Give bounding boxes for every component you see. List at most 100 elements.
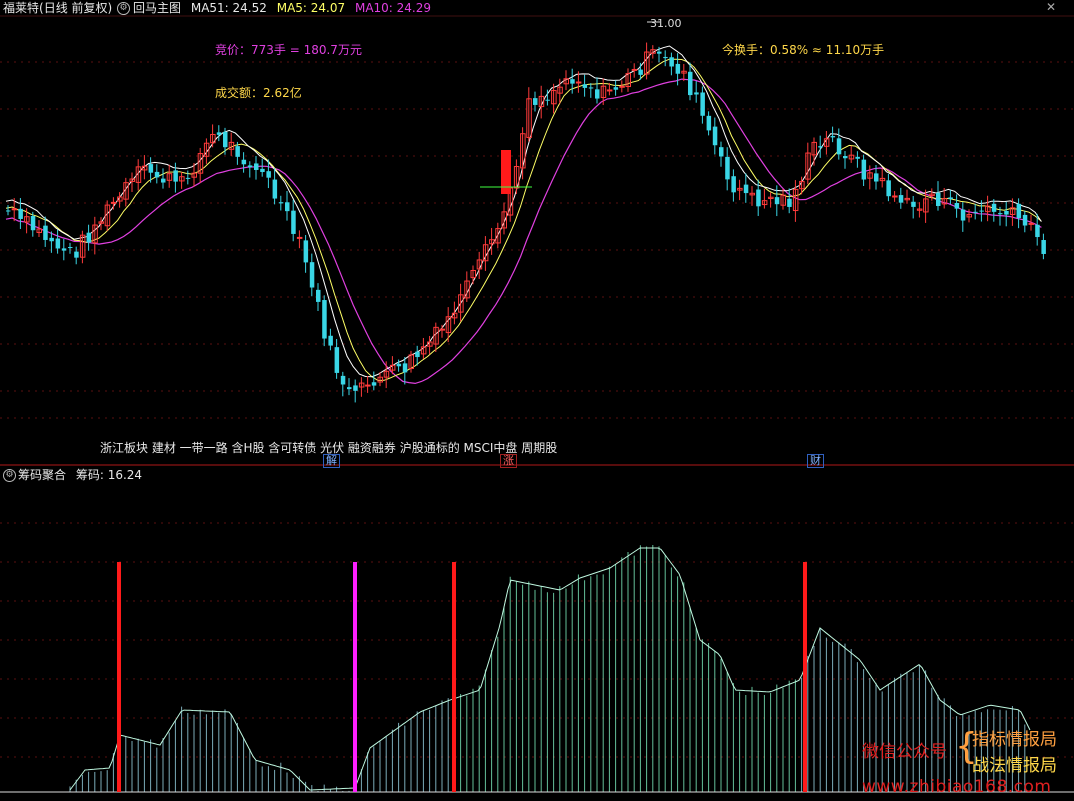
candle-down xyxy=(216,132,222,135)
ma5-line xyxy=(5,45,1042,378)
adjust-mode[interactable]: (日线 前复权) xyxy=(39,1,112,15)
event-mark-cai[interactable]: 财 xyxy=(807,454,824,468)
candle-down xyxy=(998,213,1003,215)
candle-down xyxy=(545,99,550,101)
candle-down xyxy=(285,202,290,212)
candle-down xyxy=(68,247,73,249)
candle-up xyxy=(296,236,303,239)
candle-down xyxy=(61,248,67,251)
turnover-amount: 成交额：2.62亿 xyxy=(215,86,302,100)
candle-down xyxy=(55,238,61,249)
candle-down xyxy=(570,79,575,84)
chip-value: 筹码: 16.24 xyxy=(75,468,143,482)
ma10-value: MA10: 24.29 xyxy=(354,1,432,15)
candle-down xyxy=(694,92,699,95)
candle-down xyxy=(334,347,340,373)
candle-down xyxy=(898,195,904,203)
candle-down xyxy=(774,197,780,205)
candle-up xyxy=(439,328,445,331)
candle-up xyxy=(11,208,18,211)
candle-down xyxy=(371,382,377,386)
candle-down xyxy=(960,209,966,221)
candle-down xyxy=(1016,203,1022,219)
candle-down xyxy=(1035,224,1040,238)
candle-down xyxy=(322,300,327,339)
candle-down xyxy=(415,351,420,358)
candle-down xyxy=(954,203,960,209)
candle-down xyxy=(86,232,92,243)
candle-down xyxy=(1022,214,1028,226)
candle-down xyxy=(223,131,228,148)
stock-name[interactable]: 福莱特 xyxy=(3,1,39,15)
candle-down xyxy=(731,176,736,193)
event-mark-zhang[interactable]: 涨 xyxy=(500,454,517,468)
candle-down xyxy=(148,164,154,173)
candle-down xyxy=(787,198,792,207)
candle-down xyxy=(991,203,997,212)
turnover-rate: 今换手：0.58% ≈ 11.10万手 xyxy=(722,43,885,57)
candle-down xyxy=(638,69,643,75)
candle-down xyxy=(973,211,978,213)
candle-down xyxy=(74,251,79,258)
ma51-value: MA51: 24.52 xyxy=(190,1,267,15)
candle-down xyxy=(582,84,588,88)
candle-down xyxy=(340,375,346,385)
candle-down xyxy=(254,163,259,170)
candle-down xyxy=(154,171,160,178)
signal-bar xyxy=(117,562,121,792)
candle-down xyxy=(657,51,662,54)
candle-down xyxy=(347,387,352,390)
candle-down xyxy=(836,138,842,155)
settings-icon[interactable]: ⚙ xyxy=(117,2,130,15)
candle-down xyxy=(756,189,761,207)
candle-down xyxy=(725,156,730,180)
candle-down xyxy=(706,115,712,131)
candle-down xyxy=(843,156,848,159)
close-icon[interactable]: ✕ xyxy=(1046,0,1056,14)
candle-down xyxy=(936,192,941,206)
ma5-value: MA5: 24.07 xyxy=(276,1,346,15)
candle-down xyxy=(278,202,284,204)
candle-down xyxy=(396,363,402,367)
candle-down xyxy=(613,87,619,90)
candle-down xyxy=(688,71,693,96)
ma51-line xyxy=(5,78,1042,385)
candle-up xyxy=(606,89,613,92)
candle-down xyxy=(669,57,674,67)
chart-header: 福莱特(日线 前复权) xyxy=(3,0,118,16)
candle-down xyxy=(1004,210,1009,215)
candle-down xyxy=(700,92,705,116)
candle-up xyxy=(631,68,638,71)
watermark-line2: 战法情报局 xyxy=(972,756,1057,776)
candle-down xyxy=(743,184,749,194)
candle-down xyxy=(235,146,240,157)
candle-up xyxy=(575,81,582,84)
indicator-name[interactable]: 回马主图 xyxy=(133,1,181,15)
candle-down xyxy=(303,240,309,263)
event-mark-jie[interactable]: 解 xyxy=(323,454,340,468)
candle-down xyxy=(719,147,724,157)
candle-down xyxy=(861,159,867,180)
candle-down xyxy=(979,210,984,212)
signal-bar xyxy=(353,562,357,792)
candle-down xyxy=(6,210,11,212)
candle-down xyxy=(241,159,247,165)
candle-down xyxy=(911,201,916,207)
candle-down xyxy=(886,180,891,197)
candle-down xyxy=(663,56,668,59)
kline-chart[interactable] xyxy=(0,0,1074,801)
candle-down xyxy=(291,210,296,234)
candle-down xyxy=(260,168,265,173)
signal-bar xyxy=(452,562,456,792)
candle-down xyxy=(588,87,594,89)
candle-down xyxy=(402,363,408,373)
candle-down xyxy=(173,170,178,182)
candle-down xyxy=(712,126,718,146)
candle-down xyxy=(948,197,953,200)
watermark-wechat: 微信公众号 xyxy=(862,742,947,762)
candle-up xyxy=(110,201,117,204)
sub-indicator-name[interactable]: 筹码聚合 xyxy=(18,468,66,482)
candle-down xyxy=(818,146,823,148)
watermark-url: www.zhibiao168.com xyxy=(862,777,1052,797)
sub-settings-icon[interactable]: ⚙ xyxy=(3,469,16,482)
